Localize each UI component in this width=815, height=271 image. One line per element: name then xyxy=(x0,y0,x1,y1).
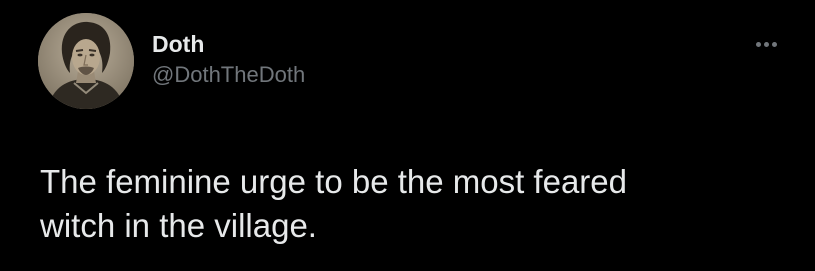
more-options-button[interactable] xyxy=(746,30,786,58)
tweet-text-line-2: witch in the village. xyxy=(40,207,317,244)
avatar[interactable] xyxy=(38,13,134,109)
tweet-text-line-1: The feminine urge to be the most feared xyxy=(40,163,628,200)
author-handle[interactable]: @DothTheDoth xyxy=(152,60,305,90)
tweet-text: The feminine urge to be the most feared … xyxy=(40,160,780,248)
author-display-name[interactable]: Doth xyxy=(152,29,204,59)
portrait-image xyxy=(38,13,134,109)
more-horizontal-icon xyxy=(755,41,777,47)
tweet-card: Doth @DothTheDoth The feminine urge to b… xyxy=(0,0,815,271)
